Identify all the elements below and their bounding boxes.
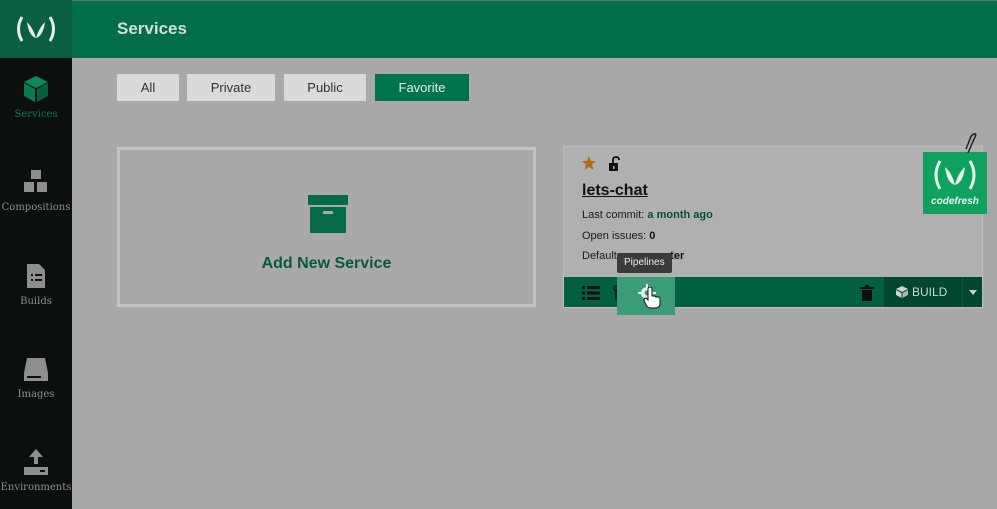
pipelines-tooltip: Pipelines <box>617 253 672 273</box>
build-button-label: BUILD <box>912 285 948 299</box>
cubes-icon <box>24 170 47 192</box>
last-commit-value: a month ago <box>647 209 713 221</box>
filter-all-button[interactable]: All <box>117 74 179 101</box>
build-cube-icon <box>896 286 908 298</box>
codefresh-badge: codefresh <box>923 152 987 214</box>
build-dropdown-toggle[interactable] <box>962 277 982 307</box>
sidebar-item-label: Services <box>14 109 58 120</box>
filter-favorite-button[interactable]: Favorite <box>375 74 469 101</box>
add-new-service-label: Add New Service <box>261 255 392 272</box>
pipelines-button[interactable] <box>617 277 675 315</box>
sidebar-item-compositions[interactable]: Compositions <box>0 168 72 213</box>
sidebar-item-environments[interactable]: Environments <box>0 448 72 493</box>
last-commit-label: Last commit: <box>582 209 645 221</box>
service-card: lets-chat Last commit: a month ago Open … <box>563 146 983 315</box>
upload-icon <box>24 449 48 475</box>
build-button[interactable]: BUILD <box>884 277 982 307</box>
sidebar-item-builds[interactable]: Builds <box>0 262 72 307</box>
sidebar-item-label: Compositions <box>1 202 71 213</box>
trash-icon[interactable] <box>860 285 874 301</box>
codefresh-logo[interactable] <box>0 0 72 58</box>
star-icon[interactable] <box>581 155 597 171</box>
paperclip-icon <box>965 133 977 154</box>
codefresh-logo-icon <box>17 16 55 42</box>
cube-icon <box>24 76 48 102</box>
archive-box-icon <box>308 195 348 233</box>
open-issues-label: Open issues: <box>582 230 647 242</box>
sidebar-item-services[interactable]: Services <box>0 75 72 120</box>
service-name-link[interactable]: lets-chat <box>582 182 648 200</box>
sidebar-item-label: Builds <box>20 296 52 307</box>
list-icon[interactable] <box>582 286 600 300</box>
sidebar: Services Compositions Builds Images Envi… <box>0 0 72 509</box>
drive-icon <box>24 358 48 381</box>
filter-private-button[interactable]: Private <box>187 74 275 101</box>
filter-public-button[interactable]: Public <box>284 74 366 101</box>
last-commit-row: Last commit: a month ago <box>582 209 713 221</box>
sidebar-item-label: Images <box>17 389 55 400</box>
sidebar-item-images[interactable]: Images <box>0 355 72 400</box>
page-header: Services <box>72 0 997 58</box>
codefresh-badge-text: codefresh <box>931 196 979 207</box>
add-new-service-card[interactable]: Add New Service <box>117 147 536 307</box>
sidebar-item-label: Environments <box>0 482 72 493</box>
unlock-icon <box>609 156 620 171</box>
page-title: Services <box>117 19 187 38</box>
hand-pointer-cursor-icon <box>643 287 661 309</box>
open-issues-value: 0 <box>649 230 656 242</box>
default-branch-label: Default <box>582 250 617 262</box>
open-issues-row: Open issues: 0 <box>582 230 655 242</box>
codefresh-leaf-logo-icon <box>934 160 976 190</box>
chevron-down-icon <box>969 290 977 295</box>
document-list-icon <box>27 264 45 288</box>
